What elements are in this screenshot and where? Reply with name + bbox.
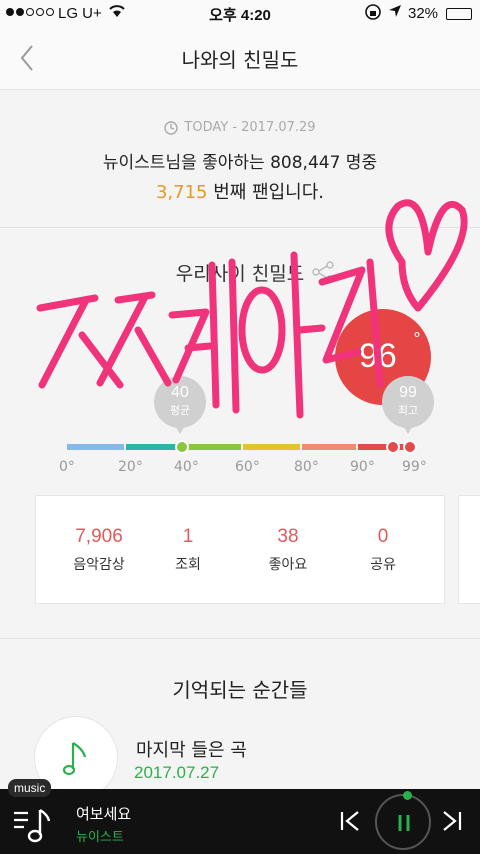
average-value: 40 [171,384,189,401]
today-fan-rank-card: TODAY - 2017.07.29 뉴이스트님을 좋아하는 808,447 명… [0,90,480,228]
today-date-row: TODAY - 2017.07.29 [0,120,480,135]
activity-stats-card[interactable]: 7,906 음악감상 1 조회 38 좋아요 0 공유 [35,495,445,604]
average-marker [175,440,189,454]
page-title: 나와의 친밀도 [181,48,299,72]
music-tag: music [8,779,52,797]
stat-label: 음악감상 [73,557,125,573]
average-label: 평균 [169,404,191,417]
next-track-icon[interactable] [440,809,464,837]
now-playing-title[interactable]: 여보세요 [76,803,131,824]
stat-item: 0 공유 [343,526,423,574]
gauge-tick-label: 60° [235,459,260,475]
memorable-moments-section: 기억되는 순간들 마지막 들은 곡 2017.07.27 [0,640,480,800]
stat-value: 1 [182,526,194,547]
previous-track-icon[interactable] [338,809,362,837]
max-value: 99 [399,384,417,401]
gauge-segment-5 [358,444,408,450]
playback-progress-dot[interactable] [403,791,412,800]
today-date: TODAY - 2017.07.29 [184,120,316,135]
location-arrow-icon [388,4,402,22]
max-bubble: 99 최고 [382,376,434,434]
playlist-menu-icon[interactable] [12,807,52,847]
stat-item: 38 좋아요 [248,526,328,574]
battery-icon [446,8,472,20]
fan-count-text: 뉴이스트님을 좋아하는 808,447 명중 [102,153,378,173]
music-player-bar[interactable]: music 여보세요 뉴이스트 [0,779,480,854]
gauge-tick-label: 20° [118,459,143,475]
pause-icon [398,815,410,831]
now-playing-artist[interactable]: 뉴이스트 [76,826,124,845]
stat-label: 좋아요 [268,557,308,573]
moments-title: 기억되는 순간들 [172,678,308,702]
stat-item: 7,906 음악감상 [59,526,139,574]
navigation-bar: 나와의 친밀도 [0,28,480,90]
gauge-tick-label: 0° [59,459,75,475]
battery-percent: 32% [408,5,439,22]
max-label: 최고 [397,404,419,417]
stat-value: 0 [377,526,389,547]
gauge-tick-label: 40° [174,459,199,475]
intimacy-score: 96 [359,337,397,375]
fan-rank-suffix: 번째 팬입니다. [207,182,325,203]
intimacy-section: 우리사이 친밀도 96 ° 40 평균 99 최고 0° 20° 40° 60° 80°… [0,229,480,639]
stat-value: 7,906 [75,526,123,547]
stat-label: 공유 [370,557,396,573]
clock-icon [164,120,179,135]
stat-item: 1 조회 [148,526,228,574]
share-icon[interactable] [310,259,336,285]
gauge-tick-label: 99° [402,459,427,475]
user-score-marker [385,440,400,454]
fan-rank-text: 3,715 번째 팬입니다. [0,178,480,204]
last-played-date: 2017.07.27 [134,763,220,782]
average-bubble: 40 평균 [154,376,206,434]
intimacy-score-degree: ° [413,329,421,348]
stat-value: 38 [277,526,299,547]
rotation-lock-icon [364,3,382,25]
gauge-segment-2 [182,444,241,450]
intimacy-title: 우리사이 친밀도 [175,263,305,285]
last-played-label: 마지막 들은 곡 [136,740,247,761]
gauge-segment-4 [302,444,356,450]
gauge-segment-3 [243,444,300,450]
gauge-segment-0 [67,444,124,450]
stat-label: 조회 [175,557,201,573]
status-bar: LG U+ 오후 4:20 32% [0,0,480,28]
play-pause-button[interactable] [375,791,431,850]
max-marker [403,440,417,454]
gauge-tick-label: 90° [350,459,375,475]
next-card-peek [458,495,480,604]
gauge-tick-label: 80° [294,459,319,475]
fan-rank-number: 3,715 [155,182,208,203]
gauge-segment-1 [126,444,180,450]
